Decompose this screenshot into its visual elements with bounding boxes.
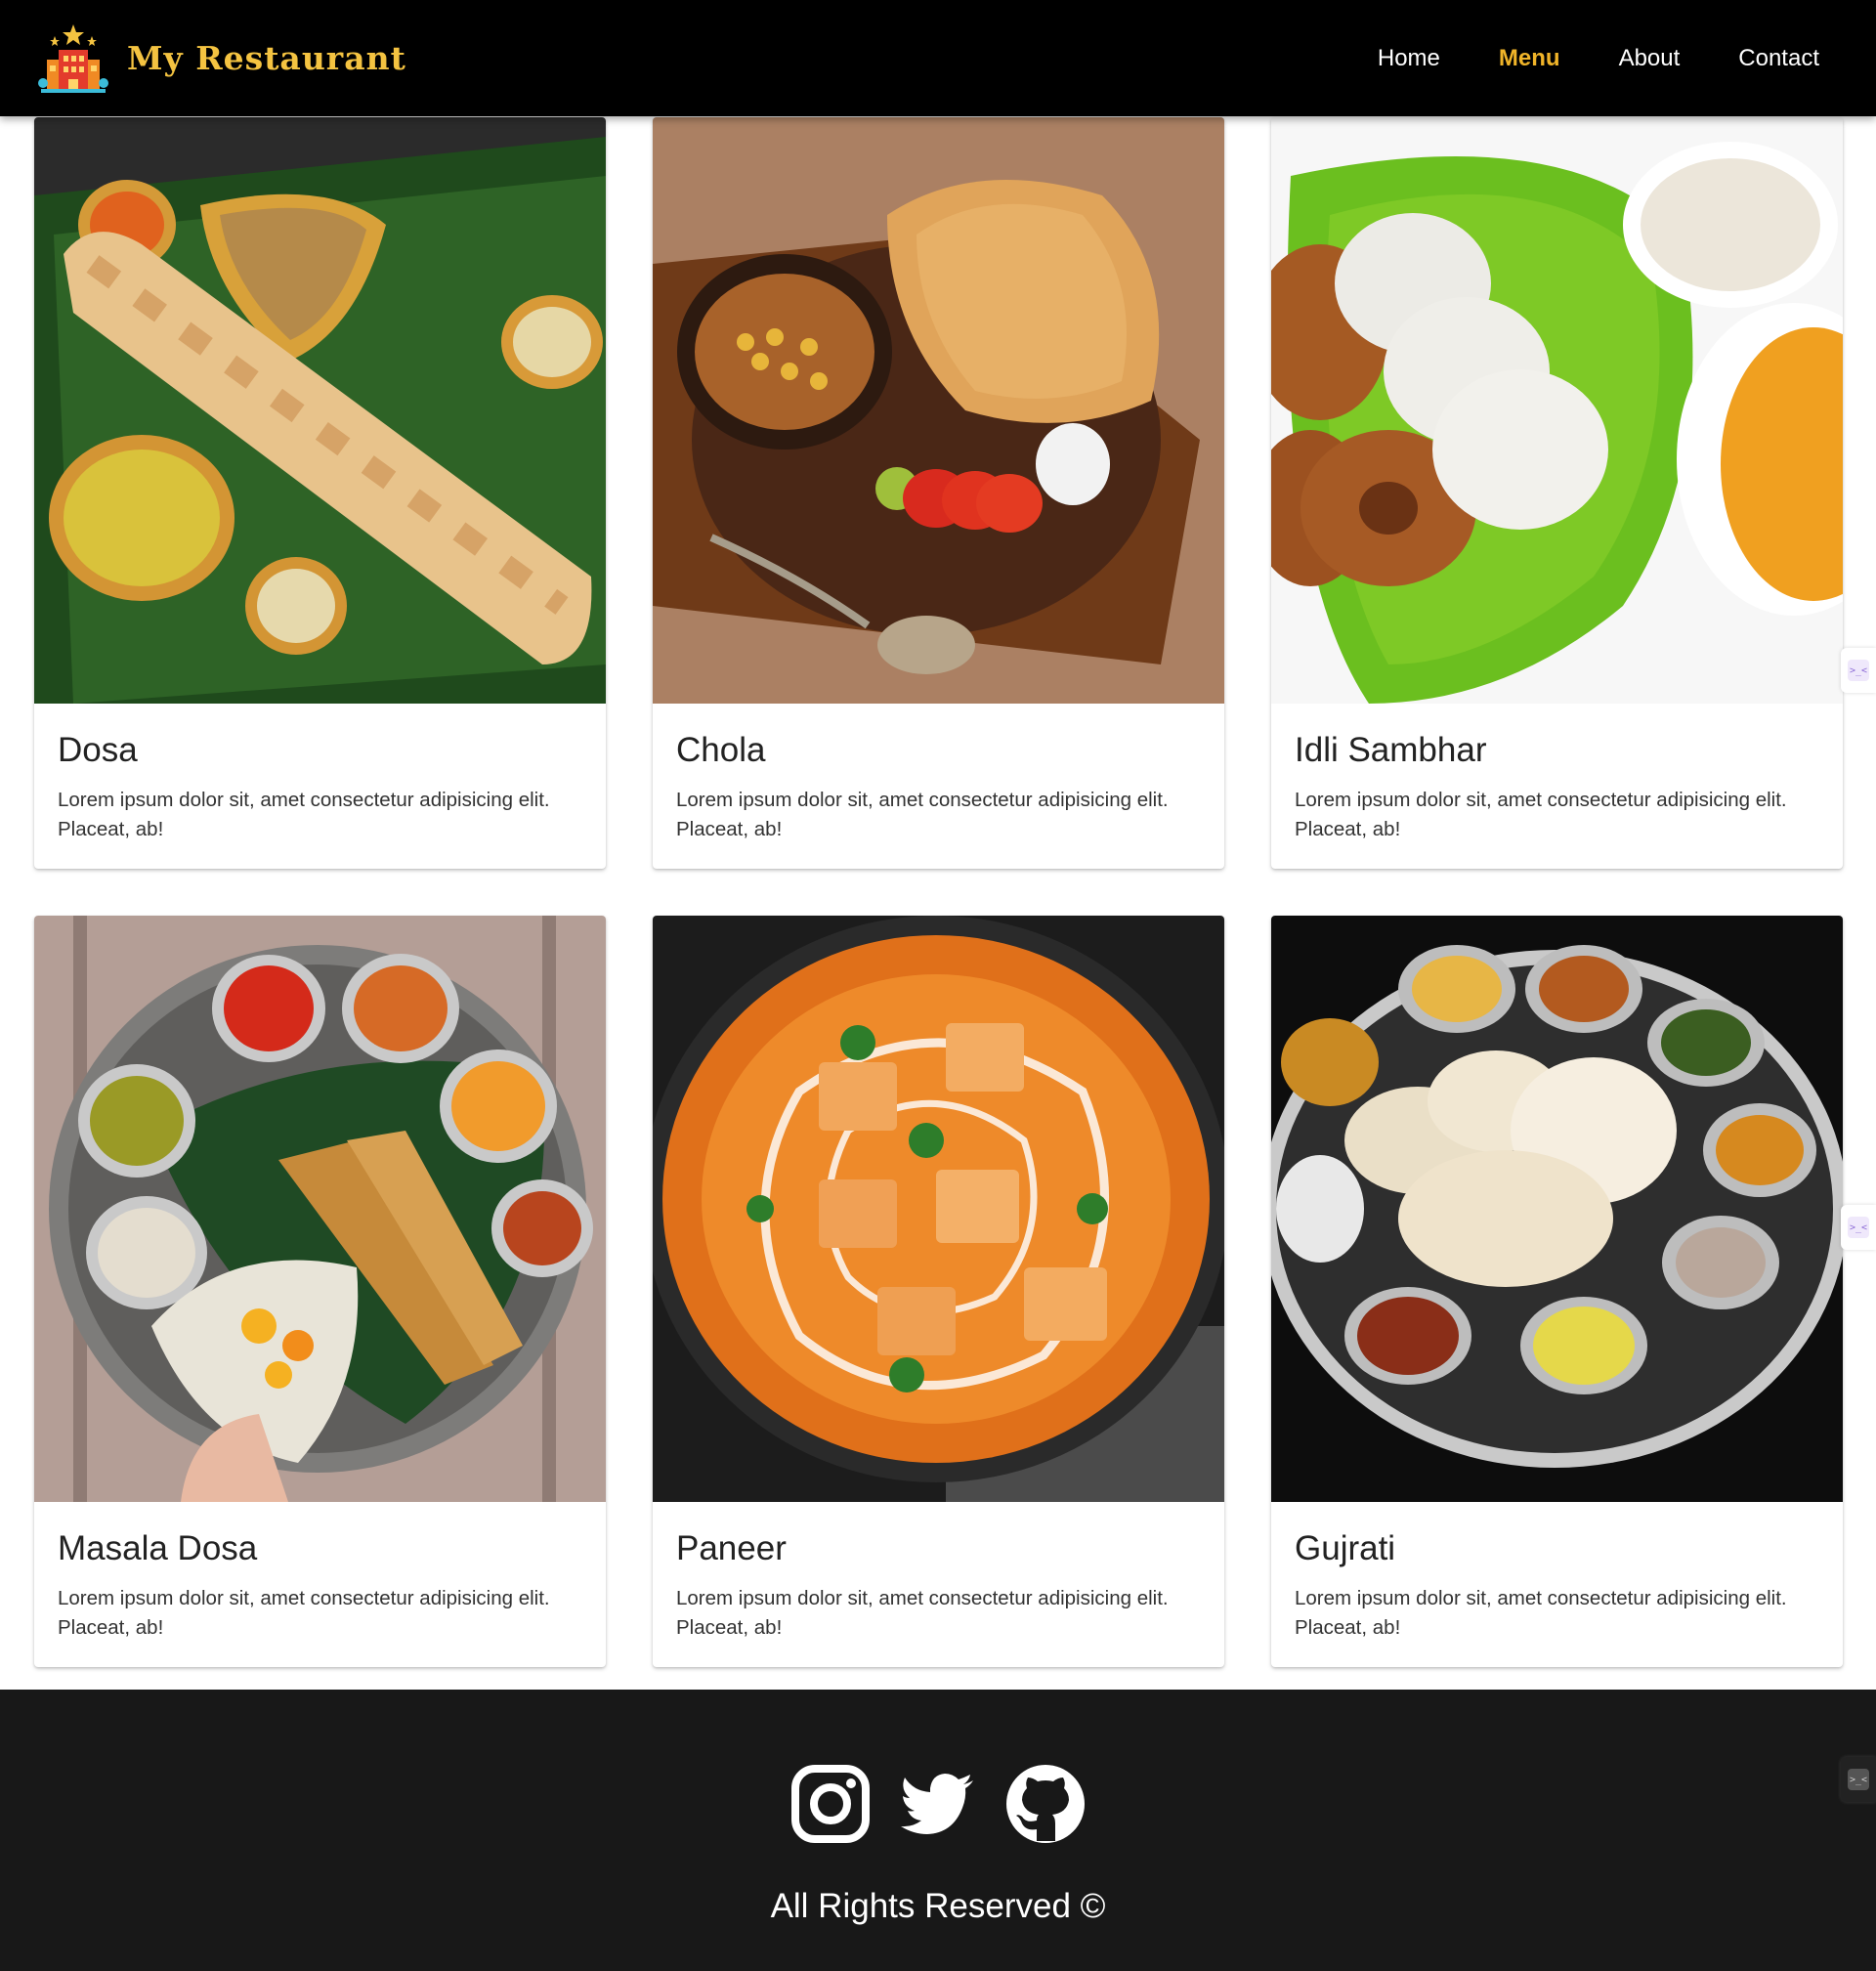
card-text: Lorem ipsum dolor sit, amet consectetur … [676, 789, 1169, 840]
card-text: Lorem ipsum dolor sit, amet consectetur … [1295, 789, 1787, 840]
social-links [0, 1763, 1876, 1845]
card-title: Gujrati [1295, 1529, 1396, 1567]
masala-dosa-image [34, 916, 606, 1502]
card-text: Lorem ipsum dolor sit, amet consectetur … [58, 789, 550, 840]
github-icon[interactable] [1004, 1763, 1087, 1845]
copyright-text: All Rights Reserved © [770, 1887, 1106, 1925]
nav-menu[interactable]: Menu [1499, 45, 1560, 72]
instagram-icon[interactable] [789, 1763, 872, 1845]
brand-name: My Restaurant [127, 39, 406, 77]
card-text: Lorem ipsum dolor sit, amet consectetur … [1295, 1587, 1787, 1639]
menu-card[interactable]: Gujrati Lorem ipsum dolor sit, amet cons… [1271, 916, 1843, 1667]
nav-about[interactable]: About [1619, 45, 1681, 72]
menu-card[interactable]: Paneer Lorem ipsum dolor sit, amet conse… [653, 916, 1224, 1667]
idli-sambhar-image [1271, 117, 1843, 704]
card-text: Lorem ipsum dolor sit, amet consectetur … [58, 1587, 550, 1639]
chola-image [653, 117, 1224, 704]
navbar: My Restaurant Home Menu About Contact [0, 0, 1876, 116]
widget-face-icon: >_< [1848, 660, 1869, 681]
card-title: Chola [676, 731, 766, 769]
dosa-image [34, 117, 606, 704]
nav-home[interactable]: Home [1378, 45, 1440, 72]
card-title: Paneer [676, 1529, 787, 1567]
restaurant-building-icon [38, 23, 108, 93]
paneer-image [653, 916, 1224, 1502]
menu-card[interactable]: Dosa Lorem ipsum dolor sit, amet consect… [34, 117, 606, 869]
card-text: Lorem ipsum dolor sit, amet consectetur … [676, 1587, 1169, 1639]
card-title: Dosa [58, 731, 138, 769]
nav-links: Home Menu About Contact [1319, 45, 1819, 72]
gujrati-thali-image [1271, 916, 1843, 1502]
card-title: Masala Dosa [58, 1529, 258, 1567]
side-widget-tab[interactable]: >_< [1841, 648, 1876, 693]
nav-contact[interactable]: Contact [1738, 45, 1819, 72]
widget-face-icon: >_< [1848, 1217, 1869, 1238]
menu-card[interactable]: Chola Lorem ipsum dolor sit, amet consec… [653, 117, 1224, 869]
menu-card[interactable]: Idli Sambhar Lorem ipsum dolor sit, amet… [1271, 117, 1843, 869]
footer: All Rights Reserved © [0, 1690, 1876, 1971]
twitter-icon[interactable] [897, 1763, 979, 1845]
card-title: Idli Sambhar [1295, 731, 1487, 769]
widget-face-icon: >_< [1848, 1769, 1869, 1790]
menu-card[interactable]: Masala Dosa Lorem ipsum dolor sit, amet … [34, 916, 606, 1667]
side-widget-tab[interactable]: >_< [1841, 1205, 1876, 1250]
brand[interactable]: My Restaurant [37, 22, 406, 95]
side-widget-tab[interactable]: >_< [1841, 1757, 1876, 1802]
